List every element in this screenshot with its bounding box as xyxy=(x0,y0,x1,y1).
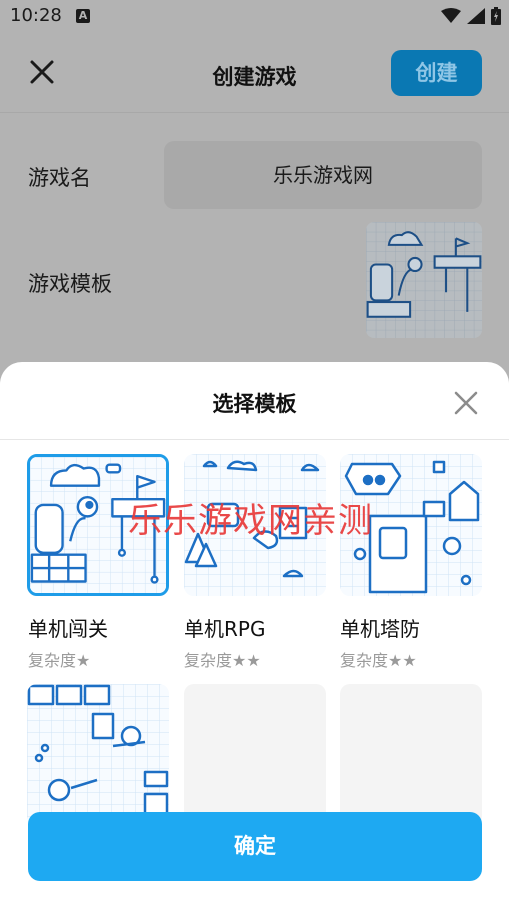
create-button[interactable]: 创建 xyxy=(391,50,482,96)
template-card-empty-2[interactable] xyxy=(340,684,482,826)
game-name-field[interactable]: 乐乐游戏网 xyxy=(164,141,482,209)
status-bar: 10:28 A xyxy=(0,0,509,34)
system-icons xyxy=(441,7,501,25)
watermark-text: 乐乐游戏网亲测 xyxy=(128,501,373,541)
notification-a-icon: A xyxy=(76,9,90,23)
template-card-shooter[interactable] xyxy=(27,684,169,826)
top-bar: 创建游戏 创建 xyxy=(0,34,509,114)
game-template-label: 游戏模板 xyxy=(28,272,112,296)
status-time: 10:28 xyxy=(10,5,62,26)
shooter-template-image xyxy=(27,684,169,826)
selected-template-thumbnail[interactable] xyxy=(366,222,482,338)
platformer-preview-image xyxy=(366,222,482,338)
header-divider xyxy=(0,112,509,113)
game-name-label: 游戏名 xyxy=(28,166,91,190)
template-name-rpg: 单机RPG xyxy=(184,617,266,641)
template-difficulty-tower-defense: 复杂度★★ xyxy=(340,651,417,670)
confirm-button[interactable]: 确定 xyxy=(28,812,482,881)
template-name-tower-defense: 单机塔防 xyxy=(340,617,420,641)
template-difficulty-platformer: 复杂度★ xyxy=(28,651,91,670)
wifi-icon xyxy=(441,8,461,23)
sheet-title: 选择模板 xyxy=(212,392,297,416)
sheet-divider xyxy=(0,439,509,440)
template-card-empty-1[interactable] xyxy=(184,684,326,826)
template-name-platformer: 单机闯关 xyxy=(28,617,108,641)
battery-icon xyxy=(491,7,501,25)
signal-icon xyxy=(467,8,485,24)
close-sheet-icon[interactable] xyxy=(453,390,479,416)
template-difficulty-rpg: 复杂度★★ xyxy=(184,651,261,670)
